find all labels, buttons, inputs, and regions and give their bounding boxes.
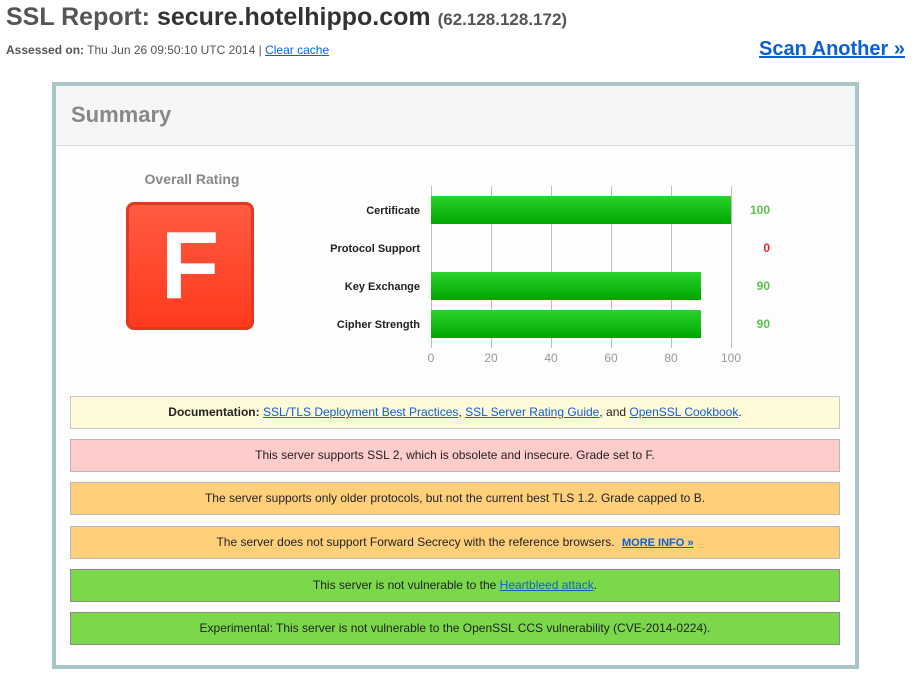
assessed-label: Assessed on: (6, 43, 85, 57)
best-practices-link[interactable]: SSL/TLS Deployment Best Practices (263, 405, 458, 419)
bar-key-exchange (431, 272, 701, 300)
protocols-warning-message: The server supports only older protocols… (70, 482, 840, 515)
category-label: Protocol Support (330, 243, 420, 255)
ssl2-error-message: This server supports SSL 2, which is obs… (70, 439, 840, 472)
assessed-line: Assessed on: Thu Jun 26 09:50:10 UTC 201… (6, 43, 329, 57)
x-tick-label: 0 (428, 351, 435, 365)
separator: | (258, 43, 262, 57)
heartbleed-text: This server is not vulnerable to the (312, 578, 500, 592)
ip-address: (62.128.128.172) (437, 10, 568, 29)
documentation-message: Documentation: SSL/TLS Deployment Best P… (70, 396, 840, 429)
hostname: secure.hotelhippo.com (156, 3, 431, 31)
ccs-message: Experimental: This server is not vulnera… (70, 612, 840, 645)
rating-chart: 0 20 40 60 80 100 Certificate 100 Protocol Suppo… (56, 86, 855, 386)
doc-separator: , and (599, 405, 630, 419)
x-tick-label: 40 (544, 351, 558, 365)
rating-guide-link[interactable]: SSL Server Rating Guide (465, 405, 599, 419)
heartbleed-message: This server is not vulnerable to the Hea… (70, 569, 840, 602)
x-tick-label: 60 (604, 351, 618, 365)
category-label: Cipher Strength (337, 319, 420, 331)
value-label: 90 (757, 279, 771, 293)
value-label: 100 (750, 203, 770, 217)
openssl-cookbook-link[interactable]: OpenSSL Cookbook (629, 405, 738, 419)
report-title: SSL Report: secure.hotelhippo.com (62.12… (6, 3, 567, 32)
forward-secrecy-warning-message: The server does not support Forward Secr… (70, 526, 840, 559)
bar-certificate (431, 196, 731, 224)
doc-end: . (738, 405, 742, 419)
x-tick-label: 100 (721, 351, 741, 365)
documentation-label: Documentation: (168, 405, 260, 419)
bar-cipher-strength (431, 310, 701, 338)
title-prefix: SSL Report: (6, 3, 157, 31)
more-info-link[interactable]: MORE INFO » (622, 537, 694, 549)
x-tick-label: 20 (484, 351, 498, 365)
scan-another-link[interactable]: Scan Another » (759, 38, 905, 61)
heartbleed-link[interactable]: Heartbleed attack (500, 578, 594, 592)
rating-chart-svg: 0 20 40 60 80 100 Certificate 100 Protocol Suppo… (330, 186, 771, 365)
category-label: Key Exchange (345, 281, 420, 293)
assessed-date: Thu Jun 26 09:50:10 UTC 2014 (87, 43, 256, 57)
category-label: Certificate (366, 205, 420, 217)
value-label: 90 (757, 317, 771, 331)
x-tick-label: 80 (664, 351, 678, 365)
value-label: 0 (763, 241, 770, 255)
forward-secrecy-text: The server does not support Forward Secr… (216, 535, 615, 549)
summary-panel: Summary Overall Rating F 0 20 40 60 80 100 Cer… (52, 82, 859, 669)
clear-cache-link[interactable]: Clear cache (265, 43, 329, 57)
heartbleed-end: . (593, 578, 598, 592)
